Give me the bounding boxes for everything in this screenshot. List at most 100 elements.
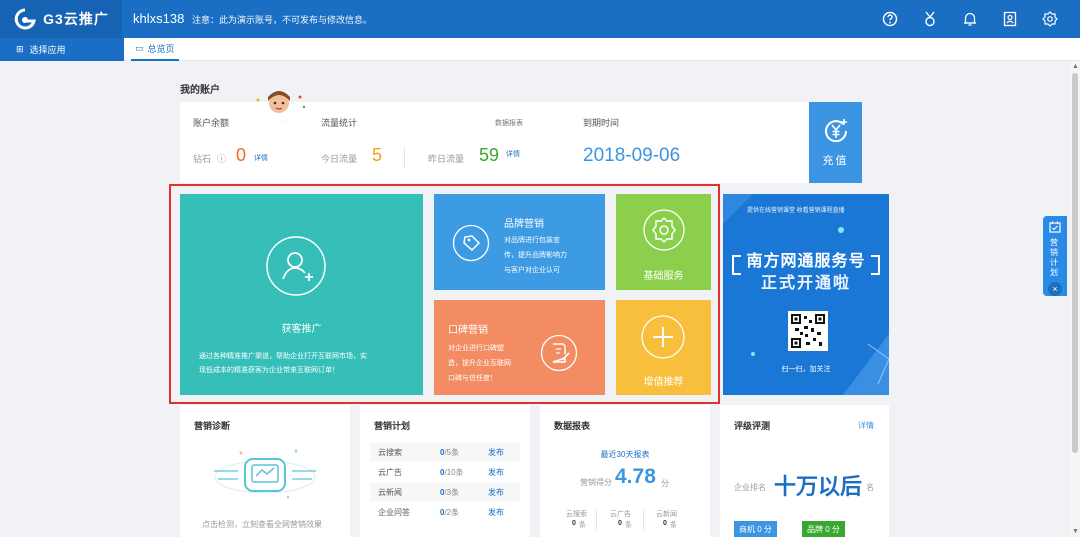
close-icon[interactable]: × bbox=[1048, 282, 1062, 296]
tab-overview[interactable]: ▭ 总览页 bbox=[131, 38, 179, 61]
stat-value: 0 bbox=[572, 520, 576, 527]
expire-value: 2018-09-06 bbox=[583, 145, 681, 166]
card-rating: 评级评测 详情 企业排名 十万以后 名 商机 0 分 品牌 0 分 bbox=[720, 405, 889, 537]
banner-line-1: 南方网通服务号 bbox=[746, 253, 866, 270]
card-report-title: 数据报表 bbox=[554, 421, 591, 431]
add-user-icon bbox=[266, 236, 326, 296]
recharge-button[interactable]: 充值 bbox=[809, 102, 862, 183]
score-value: 4.78 bbox=[615, 465, 656, 488]
plan-row-name: 云新闻 bbox=[378, 488, 402, 497]
tile-word-desc-1: 对企业进行口碑塑 bbox=[448, 345, 504, 352]
plan-publish-link[interactable]: 发布 bbox=[488, 487, 504, 498]
rank-value: 十万以后 bbox=[774, 474, 863, 499]
info-icon: ⓘ bbox=[217, 154, 227, 164]
tile-acquisition-title: 获客推广 bbox=[281, 324, 322, 335]
diagnosis-hint[interactable]: 点击检测，立刻查看全网营销效果 bbox=[202, 519, 322, 530]
plan-row: 云广告 0/10条 发布 bbox=[370, 463, 520, 482]
plan-row-name: 企业问答 bbox=[378, 508, 410, 517]
tile-acquisition-desc-2: 现低成本的精准获客为企业带来互联网订单！ bbox=[199, 367, 339, 374]
brand-logo-area[interactable]: G3云推广 bbox=[0, 0, 122, 38]
tile-value-added[interactable]: 增值推荐 bbox=[616, 300, 711, 395]
sub-nav-bar: ⊞ 选择应用 ▭ 总览页 bbox=[0, 38, 1080, 61]
report-link[interactable]: 数据报表 bbox=[495, 118, 523, 128]
rank-unit: 名 bbox=[866, 483, 874, 492]
top-bar: G3云推广 khlxs138 注意：此为演示账号，不可发布与修改信息。 bbox=[0, 0, 1080, 38]
calendar-icon bbox=[1049, 221, 1061, 233]
stat-unit: 条 bbox=[625, 522, 632, 529]
tile-basic-service[interactable]: 基础服务 bbox=[616, 194, 711, 290]
help-icon[interactable] bbox=[870, 0, 910, 38]
balance-label: 账户余额 bbox=[193, 118, 230, 128]
demo-notice: 注意：此为演示账号，不可发布与修改信息。 bbox=[192, 15, 373, 25]
expire-label: 到期时间 bbox=[583, 118, 620, 128]
plan-publish-link[interactable]: 发布 bbox=[488, 447, 504, 458]
promo-character-badge[interactable]: 就在直投 bbox=[246, 91, 312, 135]
score-unit: 分 bbox=[661, 479, 669, 488]
tile-word-title: 口碑营销 bbox=[448, 325, 488, 336]
plan-row-count: 0/3条 bbox=[440, 488, 460, 497]
banner-top-text: 提供在线营销课堂 收看营销课程直播 bbox=[747, 208, 845, 214]
tile-brand-desc-1: 对品牌进行包装宣 bbox=[504, 237, 560, 244]
scroll-up-icon[interactable]: ▲ bbox=[1072, 63, 1079, 70]
brand-name: G3云推广 bbox=[43, 11, 109, 27]
stat-name: 云搜索 bbox=[566, 511, 587, 518]
promo-badge-text: 就在直投 bbox=[253, 117, 305, 133]
plan-publish-link[interactable]: 发布 bbox=[488, 467, 504, 478]
floating-plan-label: 营销计划 bbox=[1050, 238, 1058, 277]
gear-icon bbox=[643, 209, 685, 251]
username[interactable]: khlxs138 bbox=[133, 11, 184, 26]
recharge-label: 充值 bbox=[822, 154, 849, 167]
plan-row: 企业问答 0/2条 发布 bbox=[370, 503, 520, 522]
plan-publish-link[interactable]: 发布 bbox=[488, 507, 504, 518]
stat-value: 0 bbox=[618, 520, 622, 527]
qr-code bbox=[788, 311, 828, 351]
app-select-button[interactable]: ⊞ 选择应用 bbox=[0, 38, 124, 61]
stat-name: 云广告 bbox=[610, 511, 631, 518]
card-marketing-diagnosis: 营销诊断 点击检测，立刻查看全网营销效果 bbox=[180, 405, 350, 537]
tile-customer-acquisition[interactable]: 获客推广 通过各种精准推广渠道，帮助企业打开互联网市场，实 现低成本的精准获客为… bbox=[180, 194, 423, 395]
contacts-icon[interactable] bbox=[990, 0, 1030, 38]
diamond-label: 钻石 bbox=[193, 154, 212, 164]
plan-row-count: 0/5条 bbox=[440, 448, 460, 457]
monitor-icon: ▭ bbox=[135, 43, 144, 53]
vertical-scrollbar[interactable]: ▲ ▼ bbox=[1070, 61, 1080, 537]
service-account-banner[interactable]: 提供在线营销课堂 收看营销课程直播 南方网通服务号 正式开通啦 扫一扫，加关注 bbox=[723, 194, 889, 395]
diamond-value: 0 bbox=[236, 145, 247, 165]
traffic-detail-link[interactable]: 详情 bbox=[506, 149, 520, 159]
floating-plan-widget[interactable]: 营销计划 × bbox=[1043, 216, 1067, 296]
card-data-report: 数据报表 最近30天报表 营销得分 4.78 分 云搜索 0 条 云广告 0 条… bbox=[540, 405, 710, 537]
today-label: 今日流量 bbox=[321, 154, 358, 164]
tile-brand-desc-3: 与客户对企业认可 bbox=[504, 267, 560, 274]
stat-unit: 条 bbox=[670, 522, 677, 529]
report-subtitle[interactable]: 最近30天报表 bbox=[540, 449, 710, 460]
card-diagnosis-title: 营销诊断 bbox=[194, 421, 231, 431]
divider bbox=[643, 509, 644, 531]
bell-icon[interactable] bbox=[950, 0, 990, 38]
brand-badge: 品牌 0 分 bbox=[802, 521, 845, 537]
tile-brand-title: 品牌营销 bbox=[504, 219, 544, 230]
tile-brand-marketing[interactable]: 品牌营销 对品牌进行包装宣 传，提升品牌影响力 与客户对企业认可 bbox=[434, 194, 605, 290]
scroll-down-icon[interactable]: ▼ bbox=[1072, 528, 1079, 535]
yesterday-label: 昨日流量 bbox=[428, 154, 465, 164]
tile-word-of-mouth[interactable]: 口碑营销 对企业进行口碑塑 造，提升企业互联网 口碑与信任度！ bbox=[434, 300, 605, 395]
today-value: 5 bbox=[372, 145, 383, 165]
banner-scan-text: 扫一扫，加关注 bbox=[781, 366, 831, 373]
tile-acquisition-desc-1: 通过各种精准推广渠道，帮助企业打开互联网市场，实 bbox=[199, 353, 367, 360]
plan-row: 云新闻 0/3条 发布 bbox=[370, 483, 520, 502]
diamond-detail-link[interactable]: 详情 bbox=[254, 153, 268, 163]
rank-label: 企业排名 bbox=[734, 483, 766, 492]
tile-basic-title: 基础服务 bbox=[643, 271, 684, 282]
scrollbar-thumb[interactable] bbox=[1072, 73, 1078, 453]
stat-unit: 条 bbox=[579, 522, 586, 529]
plus-icon bbox=[641, 315, 685, 359]
plan-row-count: 0/10条 bbox=[440, 468, 464, 477]
divider bbox=[596, 509, 597, 531]
score-label: 营销得分 bbox=[580, 478, 612, 487]
banner-line-2: 正式开通啦 bbox=[760, 275, 851, 292]
diagnosis-monitor-icon[interactable] bbox=[208, 443, 322, 505]
rating-detail-link[interactable]: 详情 bbox=[858, 420, 874, 431]
settings-icon[interactable] bbox=[1030, 0, 1070, 38]
medal-icon[interactable] bbox=[910, 0, 950, 38]
stat-name: 云新闻 bbox=[656, 511, 677, 518]
app-select-label: 选择应用 bbox=[29, 45, 66, 55]
